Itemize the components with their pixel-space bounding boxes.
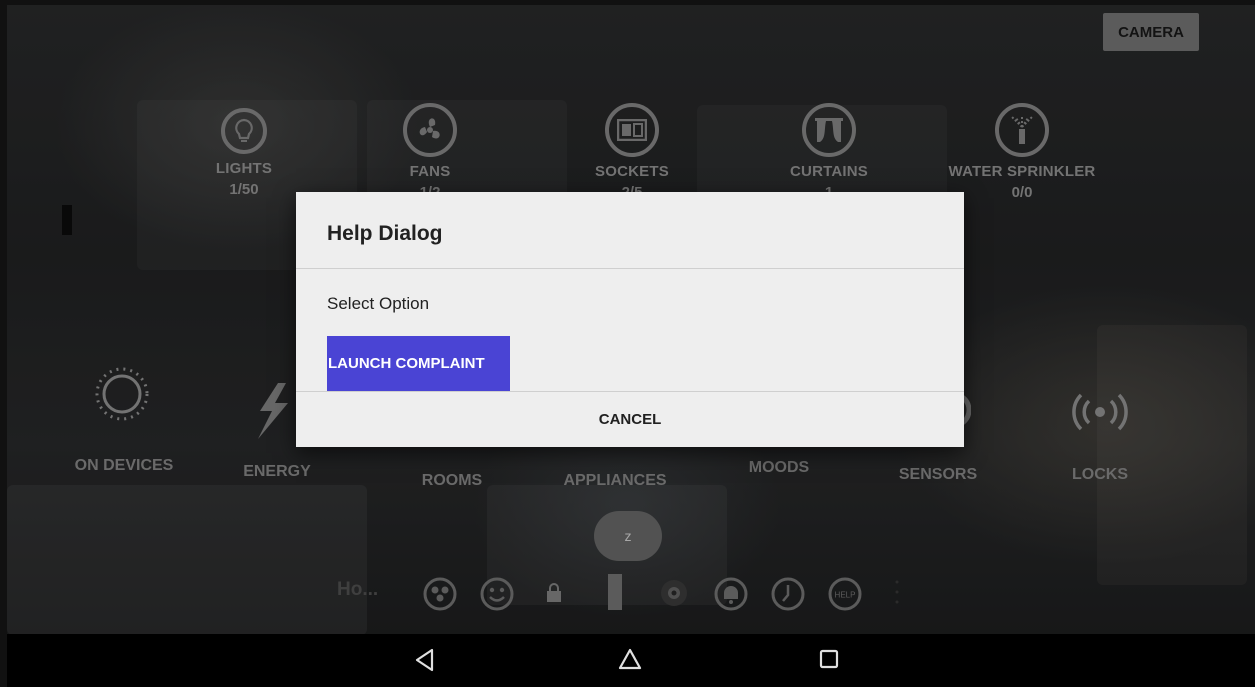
back-icon[interactable] <box>412 647 438 678</box>
help-dialog: Help Dialog Select Option LAUNCH COMPLAI… <box>296 192 964 447</box>
launch-complaint-button[interactable]: LAUNCH COMPLAINT <box>327 336 510 391</box>
app-screen: CAMERA LIGHTS 1/50 FANS 1/2 SOCKETS 2/5 … <box>7 5 1255 687</box>
recents-icon[interactable] <box>819 649 841 676</box>
system-navigation-bar <box>7 634 1255 687</box>
cancel-button[interactable]: CANCEL <box>296 392 964 447</box>
dialog-title: Help Dialog <box>327 222 443 245</box>
dialog-divider <box>296 268 964 269</box>
home-icon[interactable] <box>617 647 643 678</box>
dialog-message: Select Option <box>327 294 430 313</box>
